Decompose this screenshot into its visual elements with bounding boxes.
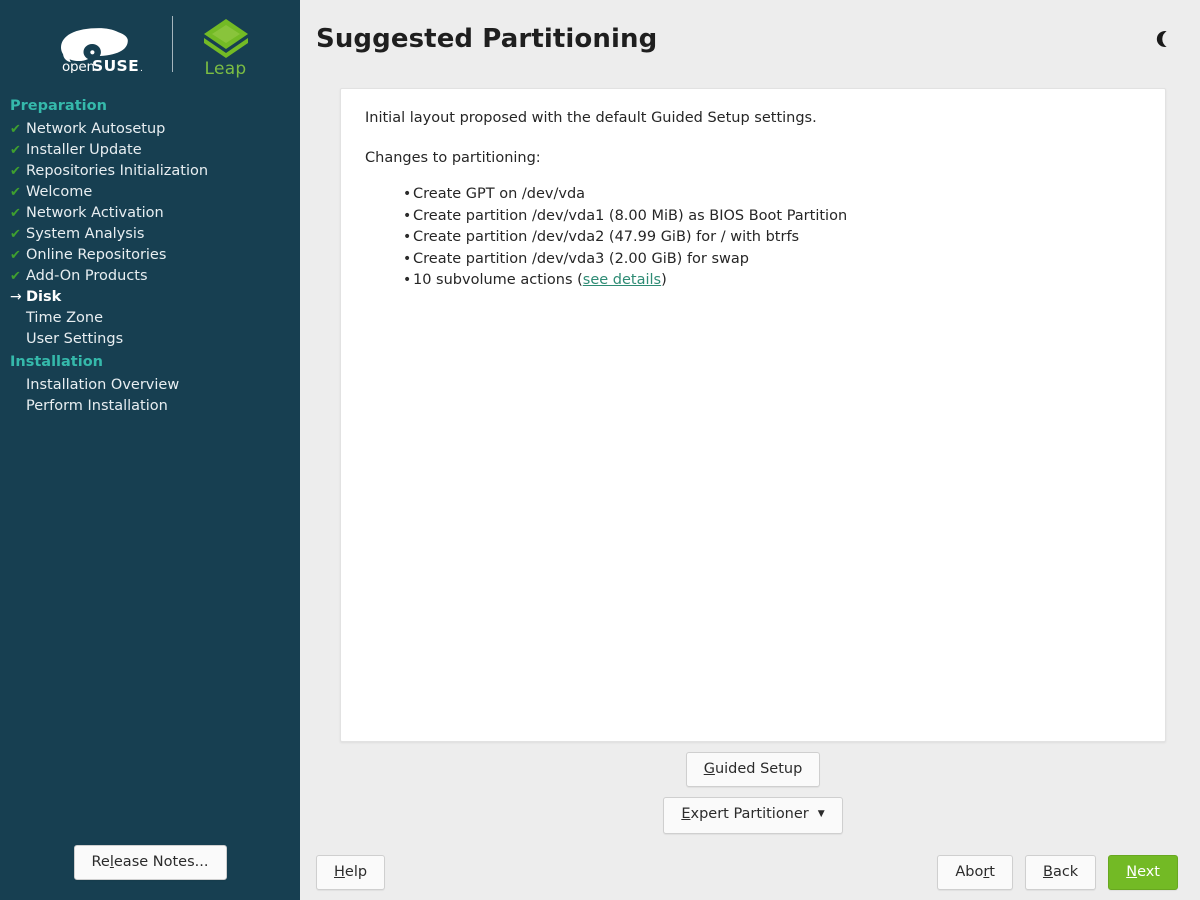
abort-prefix: Abo — [955, 864, 983, 880]
release-notes-container: Release Notes... — [0, 845, 300, 880]
opensuse-chameleon-logo: open SUSE . — [48, 21, 146, 73]
nav-item-system-analysis[interactable]: ✔ System Analysis — [0, 224, 300, 245]
installer-steps-nav: Preparation ✔ Network Autosetup ✔ Instal… — [0, 90, 300, 417]
nav-item-label: Installer Update — [26, 140, 142, 161]
footer-bar: Help Abort Back Next — [300, 844, 1200, 900]
release-notes-suffix: ease Notes... — [114, 854, 209, 870]
nav-section-installation: Installation — [0, 350, 300, 375]
svg-text:open: open — [62, 59, 95, 73]
footer-right-buttons: Abort Back Next — [937, 855, 1178, 890]
check-icon: ✔ — [10, 224, 26, 245]
expert-partitioner-suffix: xpert Partitioner — [690, 806, 808, 822]
nav-item-time-zone[interactable]: Time Zone — [0, 308, 300, 329]
nav-item-label: Perform Installation — [26, 396, 168, 417]
subvolume-prefix: 10 subvolume actions ( — [413, 272, 583, 288]
nav-item-label: Network Autosetup — [26, 119, 165, 140]
nav-item-label: Network Activation — [26, 203, 164, 224]
leap-branding: Leap — [189, 16, 263, 79]
check-icon: ✔ — [10, 182, 26, 203]
back-accelerator: B — [1043, 864, 1053, 880]
list-item: Create partition /dev/vda2 (47.99 GiB) f… — [361, 227, 1145, 249]
nav-item-label: Add-On Products — [26, 266, 148, 287]
nav-section-preparation: Preparation — [0, 94, 300, 119]
nav-item-online-repositories[interactable]: ✔ Online Repositories — [0, 245, 300, 266]
nav-item-welcome[interactable]: ✔ Welcome — [0, 182, 300, 203]
nav-item-installer-update[interactable]: ✔ Installer Update — [0, 140, 300, 161]
arrow-right-icon: → — [10, 287, 26, 308]
brand-divider — [172, 16, 173, 72]
partitioning-summary-panel: Initial layout proposed with the default… — [340, 88, 1166, 742]
list-item: Create GPT on /dev/vda — [361, 184, 1145, 206]
nav-item-label: Time Zone — [26, 308, 103, 329]
installer-window: open SUSE . Leap Preparation — [0, 0, 1200, 900]
check-icon: ✔ — [10, 203, 26, 224]
next-suffix: ext — [1137, 864, 1160, 880]
intro-text: Initial layout proposed with the default… — [361, 105, 1145, 130]
help-accelerator: H — [334, 864, 345, 880]
nav-item-installation-overview[interactable]: Installation Overview — [0, 375, 300, 396]
check-icon: ✔ — [10, 245, 26, 266]
check-icon: ✔ — [10, 266, 26, 287]
guided-setup-suffix: uided Setup — [715, 761, 802, 777]
svg-text:SUSE: SUSE — [92, 57, 139, 73]
nav-item-label: Repositories Initialization — [26, 161, 208, 182]
leap-label: Leap — [204, 59, 246, 79]
see-details-link[interactable]: see details — [583, 272, 661, 288]
dark-mode-toggle-button[interactable] — [1148, 24, 1178, 54]
next-accelerator: N — [1126, 864, 1137, 880]
check-icon: ✔ — [10, 140, 26, 161]
guided-setup-accelerator: G — [704, 761, 715, 777]
branding-header: open SUSE . Leap — [0, 0, 300, 90]
nav-item-label: User Settings — [26, 329, 123, 350]
page-title: Suggested Partitioning — [316, 24, 657, 54]
list-item: Create partition /dev/vda1 (8.00 MiB) as… — [361, 206, 1145, 228]
check-icon: ✔ — [10, 161, 26, 182]
nav-item-label: System Analysis — [26, 224, 144, 245]
nav-item-add-on-products[interactable]: ✔ Add-On Products — [0, 266, 300, 287]
check-icon: ✔ — [10, 119, 26, 140]
crescent-moon-icon — [1152, 28, 1174, 50]
list-item-subvolume-actions: 10 subvolume actions (see details) — [361, 270, 1145, 292]
nav-item-label: Installation Overview — [26, 375, 179, 396]
back-button[interactable]: Back — [1025, 855, 1096, 890]
nav-item-disk[interactable]: → Disk — [0, 287, 300, 308]
list-item: Create partition /dev/vda3 (2.00 GiB) fo… — [361, 249, 1145, 271]
next-button[interactable]: Next — [1108, 855, 1178, 890]
help-button[interactable]: Help — [316, 855, 385, 890]
nav-item-label: Online Repositories — [26, 245, 166, 266]
nav-item-perform-installation[interactable]: Perform Installation — [0, 396, 300, 417]
opensuse-logo: open SUSE . — [38, 21, 156, 73]
release-notes-button[interactable]: Release Notes... — [74, 845, 227, 880]
svg-text:.: . — [140, 64, 143, 73]
changes-list: Create GPT on /dev/vda Create partition … — [361, 184, 1145, 292]
expert-partitioner-button[interactable]: Expert Partitioner — [663, 797, 842, 834]
nav-item-repositories-initialization[interactable]: ✔ Repositories Initialization — [0, 161, 300, 182]
abort-button[interactable]: Abort — [937, 855, 1013, 890]
help-suffix: elp — [345, 864, 367, 880]
partitioning-actions: Guided Setup Expert Partitioner — [340, 752, 1166, 834]
release-notes-prefix: Re — [92, 854, 110, 870]
nav-item-user-settings[interactable]: User Settings — [0, 329, 300, 350]
nav-item-label: Welcome — [26, 182, 92, 203]
nav-item-network-autosetup[interactable]: ✔ Network Autosetup — [0, 119, 300, 140]
nav-item-network-activation[interactable]: ✔ Network Activation — [0, 203, 300, 224]
guided-setup-button[interactable]: Guided Setup — [686, 752, 821, 787]
leap-diamond-logo — [198, 16, 254, 58]
page-header: Suggested Partitioning — [300, 0, 1200, 78]
subvolume-suffix: ) — [661, 272, 667, 288]
sidebar: open SUSE . Leap Preparation — [0, 0, 300, 900]
main-content: Suggested Partitioning Initial layout pr… — [300, 0, 1200, 900]
nav-item-label: Disk — [26, 287, 61, 308]
back-suffix: ack — [1053, 864, 1078, 880]
changes-heading: Changes to partitioning: — [361, 145, 1145, 170]
abort-suffix: t — [989, 864, 995, 880]
